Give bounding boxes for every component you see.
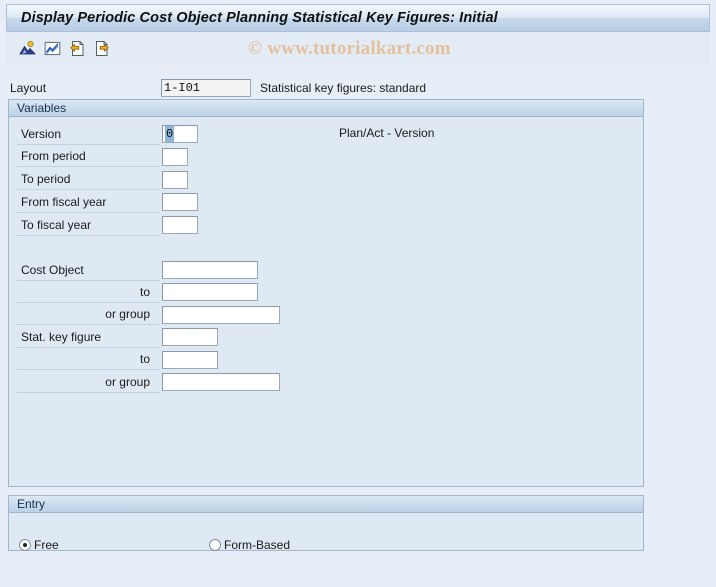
entry-group-title: Entry [17, 497, 45, 511]
field-row: to [17, 349, 218, 371]
field-row: From period [17, 146, 188, 168]
watermark-text: © www.tutorialkart.com [248, 38, 451, 60]
import-page-icon[interactable] [68, 39, 86, 57]
field-input[interactable] [162, 373, 280, 391]
layout-input[interactable] [161, 79, 251, 97]
variables-group-header: Variables [9, 100, 643, 117]
field-input[interactable] [162, 351, 218, 369]
field-input[interactable] [162, 306, 280, 324]
field-input[interactable] [162, 193, 198, 211]
field-label: or group [17, 304, 160, 325]
field-label: to [17, 282, 160, 303]
entry-option-form-based[interactable]: Form-Based [209, 538, 290, 552]
window-title-bar: Display Periodic Cost Object Planning St… [6, 4, 710, 32]
variables-group-box: Variables Plan/Act - Version Version 0 Fro… [8, 99, 644, 487]
entry-group-box: Entry Free Form-Based [8, 495, 644, 551]
entry-radio-group: Free Form-Based [19, 535, 290, 555]
export-page-icon[interactable] [93, 39, 111, 57]
field-label: To fiscal year [17, 215, 160, 236]
selection-variant-icon[interactable] [18, 39, 36, 57]
field-label: From fiscal year [17, 192, 160, 213]
field-input[interactable] [162, 171, 188, 189]
field-input[interactable] [162, 148, 188, 166]
field-label: or group [17, 372, 160, 393]
field-row: or group [17, 371, 280, 393]
field-row: From fiscal year [17, 191, 198, 213]
radio-label: Free [34, 538, 59, 552]
field-row: To fiscal year [17, 214, 198, 236]
entry-option-free[interactable]: Free [19, 538, 209, 552]
field-input[interactable] [162, 328, 218, 346]
layout-row: Layout Statistical key figures: standard [10, 78, 700, 97]
field-label: Version [17, 124, 160, 145]
field-row: to [17, 281, 258, 303]
field-label: From period [17, 146, 160, 167]
field-row: Cost Object [17, 259, 258, 281]
field-input-value: 0 [165, 126, 174, 142]
field-label: Stat. key figure [17, 327, 160, 348]
field-label: Cost Object [17, 260, 160, 281]
field-row: Version 0 [17, 123, 198, 145]
field-input[interactable] [162, 261, 258, 279]
field-input[interactable] [162, 283, 258, 301]
layout-description: Statistical key figures: standard [260, 81, 426, 95]
field-label: To period [17, 169, 160, 190]
toolbar-icon-group [18, 39, 111, 57]
field-row: or group [17, 304, 280, 326]
field-input[interactable]: 0 [162, 125, 198, 143]
field-row: Stat. key figure [17, 326, 218, 348]
field-input[interactable] [162, 216, 198, 234]
field-row: To period [17, 169, 188, 191]
radio-button-icon[interactable] [209, 539, 221, 551]
layout-label: Layout [10, 81, 161, 95]
radio-label: Form-Based [224, 538, 290, 552]
entry-group-header: Entry [9, 496, 643, 513]
version-description: Plan/Act - Version [339, 126, 434, 140]
chart-icon[interactable] [43, 39, 61, 57]
radio-button-icon[interactable] [19, 539, 31, 551]
variables-group-title: Variables [17, 101, 66, 115]
page-title: Display Periodic Cost Object Planning St… [21, 10, 498, 26]
field-label: to [17, 349, 160, 370]
